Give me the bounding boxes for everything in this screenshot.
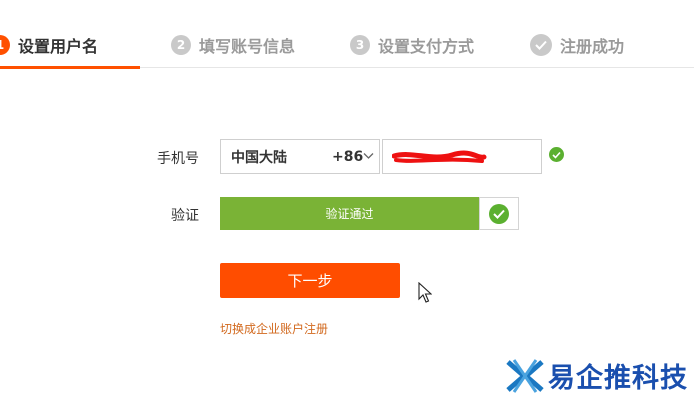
logo-icon xyxy=(506,358,544,393)
step-label: 注册成功 xyxy=(560,37,625,56)
next-step-button[interactable]: 下一步 xyxy=(220,263,400,298)
verify-slider-handle[interactable] xyxy=(479,197,519,230)
step-register-success: 注册成功 xyxy=(530,33,624,57)
verify-slider[interactable]: 验证通过 xyxy=(220,197,479,230)
step-label: 设置支付方式 xyxy=(378,37,475,56)
chevron-down-icon xyxy=(363,153,374,159)
step-label: 填写账号信息 xyxy=(199,37,296,56)
phone-valid-icon xyxy=(549,147,564,162)
switch-to-enterprise-link[interactable]: 切换成企业账户注册 xyxy=(220,320,328,337)
check-icon xyxy=(530,34,552,56)
step-set-username: 1 设置用户名 xyxy=(0,33,98,57)
step-payment-method: 3 设置支付方式 xyxy=(350,33,474,57)
step-number: 1 xyxy=(0,35,10,55)
watermark: 易企推科技 xyxy=(506,356,688,395)
step-number: 2 xyxy=(171,35,191,55)
country-name: 中国大陆 xyxy=(231,149,287,166)
watermark-text: 易企推科技 xyxy=(548,363,688,394)
country-select[interactable]: 中国大陆 +86 xyxy=(220,139,380,174)
check-icon xyxy=(489,203,509,224)
redaction-scribble xyxy=(392,150,487,163)
step-number: 3 xyxy=(350,35,370,55)
registration-steps: 1 设置用户名 2 填写账号信息 3 设置支付方式 注册成功 xyxy=(0,0,694,69)
active-step-indicator xyxy=(0,66,140,69)
step-label: 设置用户名 xyxy=(18,37,99,56)
mouse-cursor-icon xyxy=(418,282,432,303)
step-account-info: 2 填写账号信息 xyxy=(171,33,295,57)
verify-label: 验证 xyxy=(171,208,199,224)
country-code: +86 xyxy=(332,148,364,165)
phone-label: 手机号 xyxy=(157,151,199,167)
verify-status-text: 验证通过 xyxy=(325,207,374,221)
